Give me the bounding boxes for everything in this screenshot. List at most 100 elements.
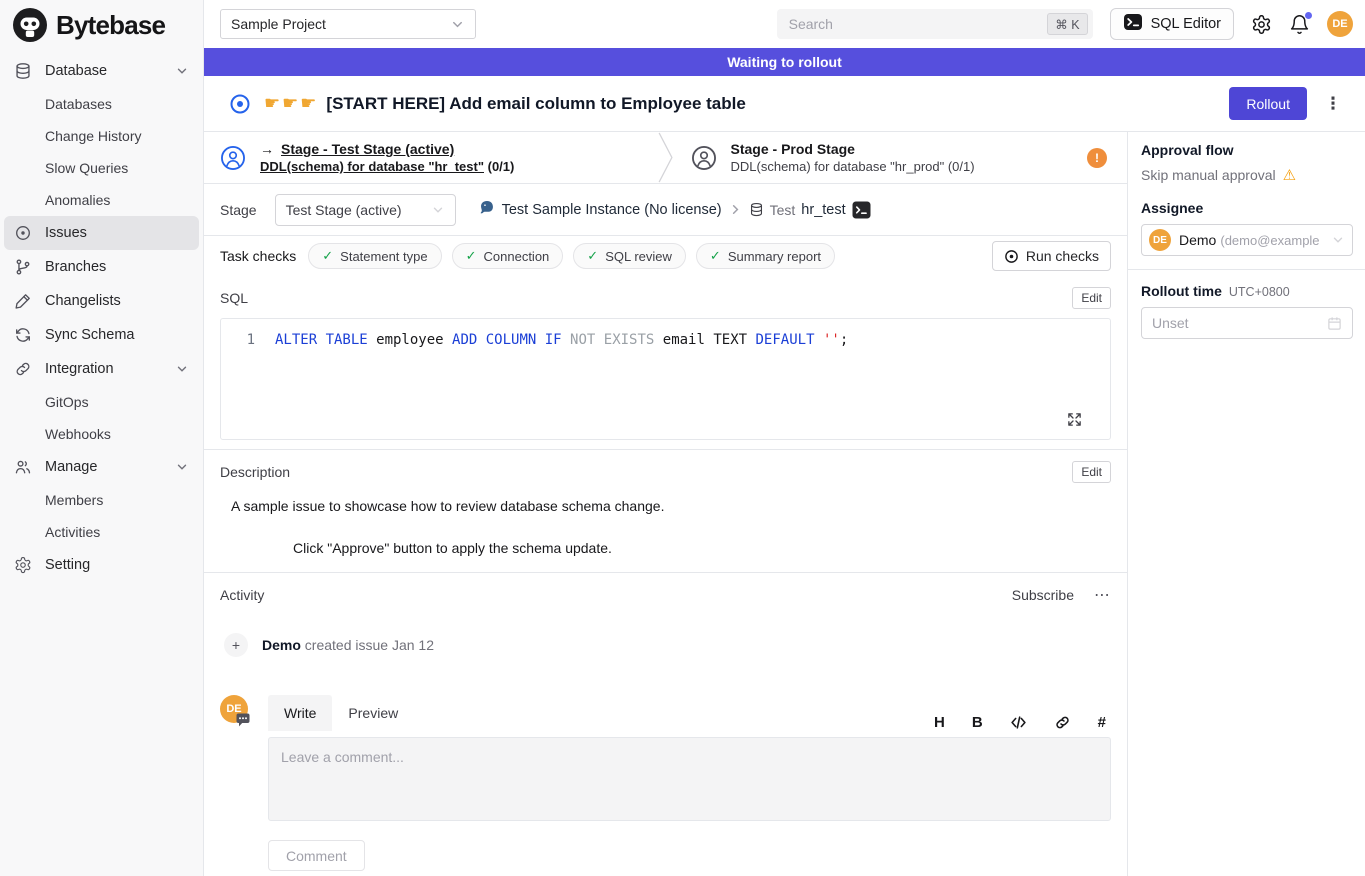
description-edit-button[interactable]: Edit bbox=[1072, 461, 1111, 483]
chevron-down-icon bbox=[175, 362, 189, 376]
sidebar-item-change-history[interactable]: Change History bbox=[4, 120, 199, 152]
database-icon bbox=[14, 62, 32, 80]
settings-gear-button[interactable] bbox=[1251, 14, 1272, 35]
check-pill-label: Summary report bbox=[728, 249, 821, 264]
expand-icon[interactable] bbox=[1067, 412, 1082, 427]
heading-icon[interactable]: H bbox=[934, 714, 945, 731]
sidebar-item-label: GitOps bbox=[45, 394, 89, 410]
sql-token: '' bbox=[823, 332, 840, 348]
sidebar-item-database[interactable]: Database bbox=[4, 54, 199, 88]
search-input[interactable] bbox=[777, 9, 1093, 39]
line-number: 1 bbox=[221, 331, 255, 350]
database-link[interactable]: hr_test bbox=[801, 202, 845, 218]
stage-card-prod[interactable]: Stage - Prod Stage DDL(schema) for datab… bbox=[675, 132, 1128, 183]
check-pills: ✓Statement type✓Connection✓SQL review✓Su… bbox=[308, 243, 835, 269]
calendar-icon bbox=[1327, 316, 1342, 331]
sidebar-item-issues[interactable]: Issues bbox=[4, 216, 199, 250]
stage-select[interactable]: Test Stage (active) bbox=[275, 194, 456, 226]
sidebar-item-activities[interactable]: Activities bbox=[4, 516, 199, 548]
activity-action: created issue Jan 12 bbox=[301, 637, 434, 653]
sql-line: 1 ALTER TABLE employee ADD COLUMN IF NOT… bbox=[221, 331, 1110, 350]
issue-icon bbox=[14, 224, 32, 242]
code-icon[interactable] bbox=[1010, 714, 1027, 731]
check-pill-sql-review[interactable]: ✓SQL review bbox=[573, 243, 686, 269]
tab-write[interactable]: Write bbox=[268, 695, 332, 731]
instance-link[interactable]: Test Sample Instance (No license) bbox=[502, 202, 722, 218]
sidebar-item-setting[interactable]: Setting bbox=[4, 548, 199, 582]
tab-preview[interactable]: Preview bbox=[332, 695, 414, 731]
issue-menu-kebab[interactable]: ⋮ bbox=[1323, 94, 1343, 114]
activity-menu-icon[interactable]: ⋯ bbox=[1094, 585, 1111, 605]
hash-icon[interactable]: # bbox=[1098, 714, 1106, 731]
sidebar-item-integration[interactable]: Integration bbox=[4, 352, 199, 386]
pointer-emojis: ☛☛☛ bbox=[264, 93, 318, 114]
sidebar-item-branches[interactable]: Branches bbox=[4, 250, 199, 284]
notifications-button[interactable] bbox=[1289, 14, 1310, 35]
user-avatar[interactable]: DE bbox=[1327, 11, 1353, 37]
run-checks-button[interactable]: Run checks bbox=[992, 241, 1111, 271]
sidebar-item-label: Change History bbox=[45, 128, 142, 144]
sidebar-item-label: Slow Queries bbox=[45, 160, 128, 176]
sidebar-item-anomalies[interactable]: Anomalies bbox=[4, 184, 199, 216]
brand-name: Bytebase bbox=[56, 10, 165, 41]
sync-icon bbox=[14, 326, 32, 344]
bold-icon[interactable]: B bbox=[972, 714, 983, 731]
composer-tab-row: WritePreview H B # bbox=[268, 695, 1111, 731]
sidebar-item-sync-schema[interactable]: Sync Schema bbox=[4, 318, 199, 352]
stage-select-value: Test Stage (active) bbox=[286, 202, 402, 218]
sidebar-item-slow-queries[interactable]: Slow Queries bbox=[4, 152, 199, 184]
issue-open-icon bbox=[229, 93, 251, 115]
notification-dot bbox=[1305, 12, 1312, 19]
sidebar-item-gitops[interactable]: GitOps bbox=[4, 386, 199, 418]
comment-input[interactable] bbox=[268, 737, 1111, 821]
sidebar-item-manage[interactable]: Manage bbox=[4, 450, 199, 484]
rollout-time-input[interactable]: Unset bbox=[1141, 307, 1353, 339]
left-sidebar: Bytebase DatabaseDatabases Change History… bbox=[0, 0, 204, 876]
sidebar-item-databases[interactable]: Databases bbox=[4, 88, 199, 120]
check-pill-statement-type[interactable]: ✓Statement type bbox=[308, 243, 441, 269]
stage-card-text: Stage - Prod Stage DDL(schema) for datab… bbox=[731, 140, 975, 175]
sidebar-item-webhooks[interactable]: Webhooks bbox=[4, 418, 199, 450]
assignee-select[interactable]: DE Demo (demo@example bbox=[1141, 224, 1353, 256]
brand-logo[interactable]: Bytebase bbox=[0, 0, 203, 48]
database-breadcrumb: Test Sample Instance (No license) Test h… bbox=[478, 199, 871, 220]
sql-token bbox=[536, 332, 544, 348]
description-line: Click "Approve" button to apply the sche… bbox=[231, 540, 1111, 556]
stage-subtitle: DDL(schema) for database "hr_prod" (0/1) bbox=[731, 159, 975, 174]
check-pill-summary-report[interactable]: ✓Summary report bbox=[696, 243, 835, 269]
stage-card-test[interactable]: → Stage - Test Stage (active) DDL(schema… bbox=[204, 132, 657, 183]
stage-title: Stage - Test Stage (active) bbox=[281, 140, 454, 158]
sql-editor[interactable]: 1 ALTER TABLE employee ADD COLUMN IF NOT… bbox=[220, 318, 1111, 440]
sidebar-item-label: Changelists bbox=[45, 293, 121, 309]
stage-separator-chevron bbox=[657, 132, 675, 183]
sql-edit-button[interactable]: Edit bbox=[1072, 287, 1111, 309]
description-title: Description bbox=[220, 464, 290, 480]
plus-icon: + bbox=[224, 633, 248, 657]
bytebase-logo-icon bbox=[12, 7, 48, 43]
rollout-button[interactable]: Rollout bbox=[1229, 87, 1307, 120]
description-section-header: Description Edit bbox=[204, 460, 1127, 484]
check-pill-label: Connection bbox=[484, 249, 550, 264]
link-icon[interactable] bbox=[1054, 714, 1071, 731]
check-pill-connection[interactable]: ✓ Connection bbox=[452, 243, 564, 269]
sidebar-item-label: Integration bbox=[45, 361, 114, 377]
sidebar-item-label: Branches bbox=[45, 259, 106, 275]
manage-icon bbox=[14, 458, 32, 476]
sql-token: email TEXT bbox=[654, 332, 755, 348]
project-select[interactable]: Sample Project bbox=[220, 9, 476, 39]
open-sql-editor-icon[interactable] bbox=[852, 201, 871, 219]
check-icon: ✓ bbox=[466, 248, 477, 264]
sidebar-item-members[interactable]: Members bbox=[4, 484, 199, 516]
description-line: A sample issue to showcase how to review… bbox=[231, 498, 1111, 514]
sidebar-item-label: Webhooks bbox=[45, 426, 111, 442]
comment-submit-button[interactable]: Comment bbox=[268, 840, 365, 871]
activity-header: Activity Subscribe ⋯ bbox=[204, 583, 1127, 607]
sidebar-item-label: Sync Schema bbox=[45, 327, 134, 343]
activity-user: Demo bbox=[262, 637, 301, 653]
subscribe-button[interactable]: Subscribe bbox=[1012, 587, 1074, 603]
activity-title: Activity bbox=[220, 587, 264, 603]
check-icon: ✓ bbox=[322, 248, 333, 264]
search-shortcut-badge: ⌘ K bbox=[1047, 13, 1087, 35]
sql-editor-button[interactable]: SQL Editor bbox=[1110, 8, 1234, 40]
sidebar-item-changelists[interactable]: Changelists bbox=[4, 284, 199, 318]
